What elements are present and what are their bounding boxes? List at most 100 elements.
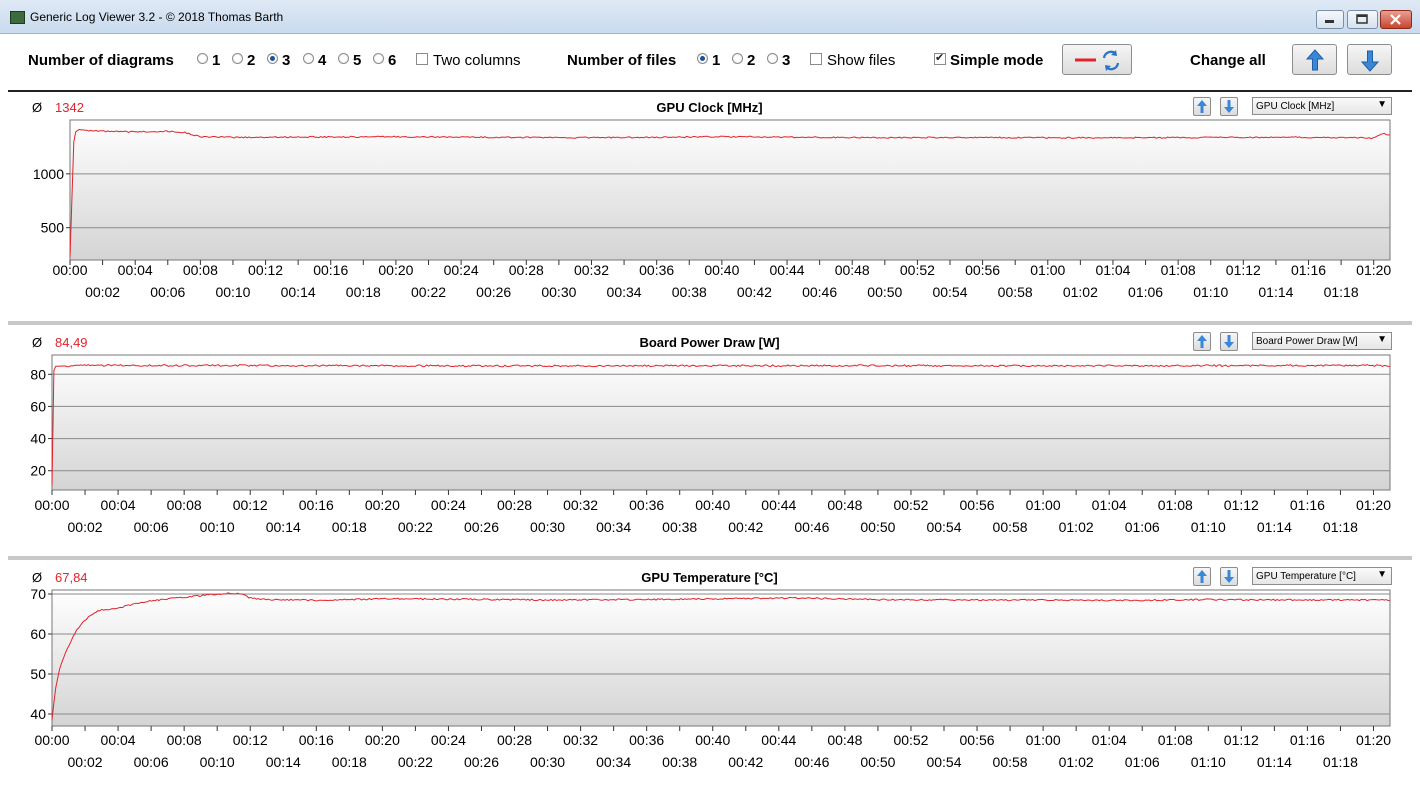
show-files-checkbox[interactable] bbox=[810, 53, 822, 65]
x-tick-label: 00:38 bbox=[672, 284, 707, 300]
x-tick-label: 01:02 bbox=[1059, 754, 1094, 770]
diagrams-option-5-label: 5 bbox=[353, 52, 362, 69]
x-tick-label: 01:18 bbox=[1324, 284, 1359, 300]
x-tick-label: 00:50 bbox=[860, 519, 895, 535]
files-radio-2[interactable] bbox=[732, 53, 743, 64]
minimize-icon bbox=[1325, 20, 1334, 23]
x-tick-label: 01:06 bbox=[1125, 754, 1160, 770]
x-tick-label: 01:08 bbox=[1158, 732, 1193, 748]
x-tick-label: 00:58 bbox=[993, 754, 1028, 770]
x-tick-label: 01:06 bbox=[1128, 284, 1163, 300]
x-tick-label: 01:04 bbox=[1092, 732, 1127, 748]
x-tick-label: 01:08 bbox=[1161, 262, 1196, 278]
x-tick-label: 00:04 bbox=[101, 497, 136, 513]
diagrams-option-2-label: 2 bbox=[247, 52, 256, 69]
x-tick-label: 01:20 bbox=[1356, 497, 1391, 513]
x-tick-label: 00:06 bbox=[134, 754, 169, 770]
x-tick-label: 00:48 bbox=[835, 262, 870, 278]
x-tick-label: 00:46 bbox=[802, 284, 837, 300]
x-tick-label: 01:02 bbox=[1059, 519, 1094, 535]
diagrams-radio-6[interactable] bbox=[373, 53, 384, 64]
x-tick-label: 00:54 bbox=[932, 284, 967, 300]
close-button[interactable] bbox=[1380, 10, 1412, 29]
x-tick-label: 00:32 bbox=[574, 262, 609, 278]
x-tick-label: 00:56 bbox=[960, 732, 995, 748]
x-tick-label: 00:14 bbox=[266, 519, 301, 535]
x-tick-label: 00:56 bbox=[960, 497, 995, 513]
diagram-panel-2: Ø 84,49 Board Power Draw [W] Board Power… bbox=[8, 327, 1411, 555]
simple-mode-label: Simple mode bbox=[950, 52, 1044, 69]
move-all-down-button[interactable] bbox=[1347, 44, 1392, 75]
x-tick-label: 00:22 bbox=[398, 754, 433, 770]
files-option-3-label: 3 bbox=[782, 52, 791, 69]
x-tick-label: 00:06 bbox=[150, 284, 185, 300]
x-tick-label: 00:40 bbox=[695, 497, 730, 513]
x-tick-label: 01:12 bbox=[1224, 497, 1259, 513]
diagrams-option-6-label: 6 bbox=[388, 52, 397, 69]
x-tick-label: 00:26 bbox=[476, 284, 511, 300]
toolbar: Number of diagrams 1 2 3 4 5 6 Two colum… bbox=[8, 34, 1412, 92]
x-tick-label: 00:22 bbox=[411, 284, 446, 300]
y-tick-label: 500 bbox=[41, 220, 65, 236]
y-tick-label: 20 bbox=[30, 463, 46, 479]
x-tick-label: 01:18 bbox=[1323, 519, 1358, 535]
app-icon bbox=[10, 11, 25, 24]
x-tick-label: 00:36 bbox=[629, 497, 664, 513]
x-tick-label: 00:24 bbox=[431, 497, 466, 513]
chart-plot: 80 60 40 20 00:00 00:04 00:08 00:12 00:16 00:20 00… bbox=[30, 354, 1391, 535]
x-tick-label: 01:20 bbox=[1356, 732, 1391, 748]
line-style-reset-button[interactable] bbox=[1062, 44, 1132, 75]
y-tick-label: 40 bbox=[30, 706, 46, 722]
diagrams-radio-3[interactable] bbox=[267, 53, 278, 64]
x-tick-label: 00:20 bbox=[378, 262, 413, 278]
diagrams-radio-2[interactable] bbox=[232, 53, 243, 64]
arrow-up-icon bbox=[1305, 49, 1325, 71]
x-tick-label: 00:16 bbox=[299, 497, 334, 513]
x-tick-label: 01:04 bbox=[1092, 497, 1127, 513]
x-tick-label: 00:08 bbox=[167, 732, 202, 748]
minimize-button[interactable] bbox=[1316, 10, 1344, 29]
x-tick-label: 00:34 bbox=[607, 284, 642, 300]
two-columns-checkbox[interactable] bbox=[416, 53, 428, 65]
diagrams-radio-1[interactable] bbox=[197, 53, 208, 64]
number-of-diagrams-label: Number of diagrams bbox=[28, 52, 174, 69]
y-tick-label: 70 bbox=[30, 586, 46, 602]
x-tick-label: 00:20 bbox=[365, 732, 400, 748]
x-tick-label: 00:02 bbox=[68, 519, 103, 535]
maximize-button[interactable] bbox=[1347, 10, 1378, 29]
x-tick-label: 01:04 bbox=[1095, 262, 1130, 278]
window-title: Generic Log Viewer 3.2 - © 2018 Thomas B… bbox=[30, 10, 284, 24]
diagram-panel-1: Ø 1342 GPU Clock [MHz] GPU Clock [MHz] ▼… bbox=[8, 92, 1411, 320]
simple-mode-checkbox[interactable] bbox=[934, 51, 946, 65]
x-tick-label: 01:14 bbox=[1257, 754, 1292, 770]
x-tick-label: 00:06 bbox=[134, 519, 169, 535]
diagrams-option-3-label: 3 bbox=[282, 52, 291, 69]
x-tick-label: 00:16 bbox=[299, 732, 334, 748]
x-tick-label: 00:28 bbox=[497, 732, 532, 748]
x-tick-label: 00:44 bbox=[761, 497, 796, 513]
diagrams-option-4-label: 4 bbox=[318, 52, 327, 69]
x-tick-label: 01:20 bbox=[1356, 262, 1391, 278]
files-radio-1[interactable] bbox=[697, 53, 708, 64]
x-tick-label: 00:44 bbox=[761, 732, 796, 748]
x-tick-label: 00:18 bbox=[332, 519, 367, 535]
panel-separator bbox=[8, 321, 1412, 325]
x-tick-label: 00:50 bbox=[860, 754, 895, 770]
change-all-label: Change all bbox=[1190, 52, 1266, 69]
x-tick-label: 01:02 bbox=[1063, 284, 1098, 300]
x-tick-label: 00:32 bbox=[563, 732, 598, 748]
x-tick-label: 00:10 bbox=[200, 519, 235, 535]
x-tick-label: 00:26 bbox=[464, 519, 499, 535]
x-tick-label: 00:12 bbox=[248, 262, 283, 278]
x-tick-label: 01:10 bbox=[1191, 519, 1226, 535]
diagrams-radio-5[interactable] bbox=[338, 53, 349, 64]
x-tick-label: 00:22 bbox=[398, 519, 433, 535]
x-tick-label: 01:10 bbox=[1193, 284, 1228, 300]
x-tick-label: 01:12 bbox=[1226, 262, 1261, 278]
files-radio-3[interactable] bbox=[767, 53, 778, 64]
diagrams-radio-4[interactable] bbox=[303, 53, 314, 64]
files-option-2-label: 2 bbox=[747, 52, 756, 69]
chart-plot: 1000 500 00:00 00:04 00:08 00:12 00:16 00:20 00:… bbox=[33, 119, 1391, 300]
y-tick-label: 60 bbox=[30, 626, 46, 642]
move-all-up-button[interactable] bbox=[1292, 44, 1337, 75]
